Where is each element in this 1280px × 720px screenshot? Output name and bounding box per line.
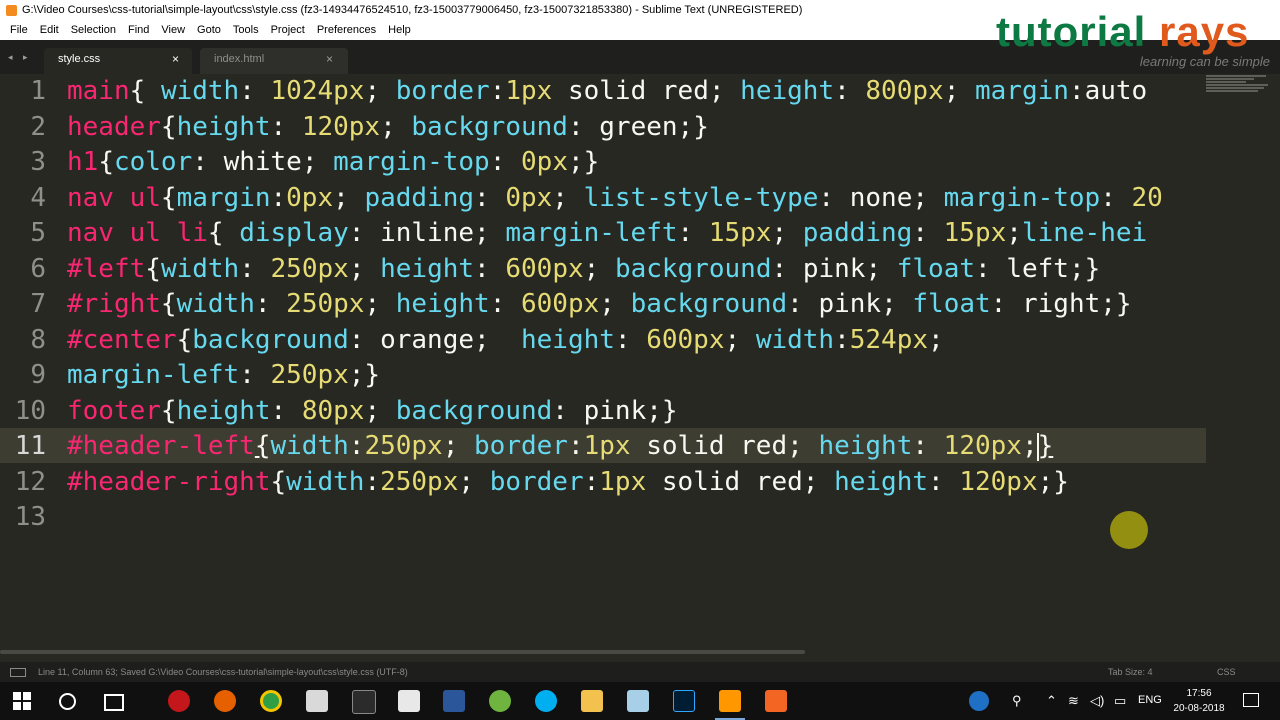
line-number: 13 [14,502,46,532]
line-number: 9 [30,360,46,390]
tab-size-selector[interactable]: Tab Size: 4 [1108,667,1153,677]
tutorial-rays-logo: tutorial rays learning can be simple [996,8,1276,72]
line-number: 12 [14,466,46,497]
logo-brand: tutorial rays [996,8,1249,56]
tab-nav-arrows-icon[interactable]: ◂ ▸ [8,52,32,63]
action-center-icon[interactable] [1243,693,1259,707]
sublime-app-icon [6,5,17,16]
battery-icon[interactable]: ▭ [1114,693,1126,709]
mail-icon[interactable] [306,690,328,712]
line-number: 8 [30,324,46,355]
utorrent-icon[interactable] [489,690,511,712]
line-number: 4 [30,182,46,213]
task-view-icon[interactable] [104,694,124,711]
recorder-app-icon[interactable] [765,690,787,712]
firefox-icon[interactable] [214,690,236,712]
clock[interactable]: 17:56 20-08-2018 [1170,686,1228,716]
line-number: 6 [30,253,46,284]
word-icon[interactable] [443,690,465,712]
syntax-selector[interactable]: CSS [1217,667,1236,677]
opera-icon[interactable] [168,690,190,712]
notepad-icon[interactable] [627,690,649,712]
code-line-1[interactable]: main{ width: 1024px; border:1px solid re… [67,74,1205,109]
help-icon[interactable] [969,691,989,711]
language-indicator[interactable]: ENG [1138,694,1162,706]
tab-label: index.html [214,53,265,65]
logo-brand-right: rays [1159,8,1250,55]
menu-edit[interactable]: Edit [34,24,65,36]
tab-label: style.css [58,53,101,65]
code-line-7[interactable]: #right{width: 250px; height: 600px; back… [67,287,1205,322]
close-icon[interactable]: × [172,52,179,66]
store-icon[interactable] [398,690,420,712]
code-editor[interactable]: 1 2 3 4 5 6 7 8 9 10 11 12 13 main{ widt… [0,74,1280,654]
command-prompt-icon[interactable] [352,690,376,714]
panel-toggle-icon[interactable] [10,668,26,677]
network-icon[interactable]: ≋ [1068,693,1079,709]
line-number: 10 [14,395,46,426]
code-line-4[interactable]: nav ul{margin:0px; padding: 0px; list-st… [67,181,1205,216]
windows-start-icon[interactable] [13,692,31,710]
tab-index-html[interactable]: index.html × [200,48,348,74]
chrome-icon[interactable] [260,690,282,712]
people-icon[interactable]: ⚲ [1012,693,1022,709]
logo-tagline: learning can be simple [1139,54,1270,69]
close-icon[interactable]: × [326,52,333,66]
status-bar: Line 11, Column 63; Saved G:\Video Cours… [0,662,1280,682]
volume-icon[interactable]: ◁) [1090,693,1104,709]
window-title: G:\Video Courses\css-tutorial\simple-lay… [22,4,803,16]
skype-icon[interactable] [535,690,557,712]
minimap[interactable] [1206,74,1280,98]
line-number: 7 [30,289,46,319]
code-line-3[interactable]: h1{color: white; margin-top: 0px;} [67,145,1205,180]
menu-find[interactable]: Find [122,24,155,36]
code-line-12[interactable]: #header-right{width:250px; border:1px so… [67,465,1205,500]
menu-tools[interactable]: Tools [227,24,265,36]
chevron-up-icon[interactable]: ⌃ [1046,693,1057,709]
mouse-cursor-highlight [1110,511,1148,549]
code-line-11[interactable]: #header-left{width:250px; border:1px sol… [67,429,1205,464]
line-number: 5 [30,218,46,248]
code-line-9[interactable]: margin-left: 250px;} [67,358,1205,393]
code-line-6[interactable]: #left{width: 250px; height: 600px; backg… [67,252,1205,287]
logo-brand-left: tutorial [996,8,1147,55]
line-number-current: 11 [14,431,46,461]
code-line-10[interactable]: footer{height: 80px; background: pink;} [67,394,1205,429]
tab-style-css[interactable]: style.css × [44,48,192,74]
menu-help[interactable]: Help [382,24,417,36]
horizontal-scrollbar[interactable] [0,650,805,654]
clock-date: 20-08-2018 [1173,703,1225,714]
status-text: Line 11, Column 63; Saved G:\Video Cours… [38,667,408,677]
code-line-5[interactable]: nav ul li{ display: inline; margin-left:… [67,216,1205,251]
photoshop-icon[interactable] [673,690,695,712]
sublime-text-icon[interactable] [715,690,745,720]
menu-preferences[interactable]: Preferences [311,24,382,36]
code-line-2[interactable]: header{height: 120px; background: green;… [67,110,1205,145]
line-number: 1 [30,76,46,106]
line-number: 3 [30,147,46,177]
menu-file[interactable]: File [4,24,34,36]
menu-view[interactable]: View [155,24,191,36]
line-number-gutter: 1 2 3 4 5 6 7 8 9 10 11 12 13 [0,74,56,654]
clock-time: 17:56 [1186,688,1212,699]
file-explorer-icon[interactable] [581,690,603,712]
cortana-search-icon[interactable] [59,693,76,710]
menu-goto[interactable]: Goto [191,24,227,36]
line-number: 2 [30,111,46,142]
menu-project[interactable]: Project [265,24,311,36]
code-line-8[interactable]: #center{background: orange; height: 600p… [67,323,1205,358]
windows-taskbar: ⚲ ⌃ ≋ ◁) ▭ ENG 17:56 20-08-2018 [0,682,1280,720]
menu-selection[interactable]: Selection [65,24,122,36]
